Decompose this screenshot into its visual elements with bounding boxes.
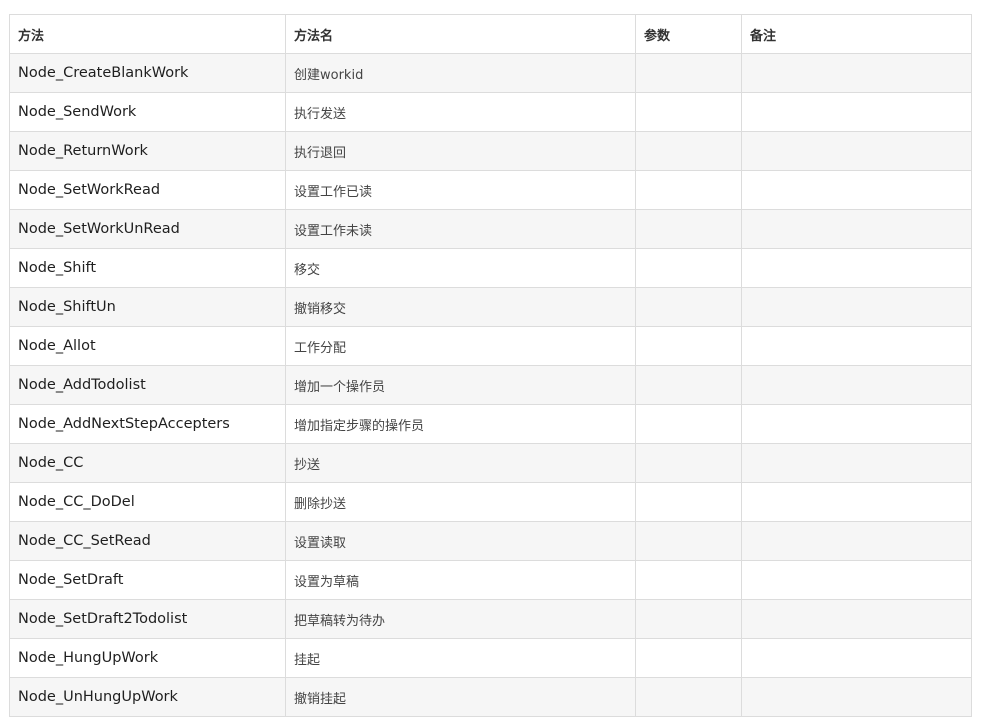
header-note: 备注 [741, 14, 972, 54]
note-cell [741, 404, 972, 444]
table-row: Node_UnHungUpWork 撤销挂起 [9, 677, 972, 717]
header-method: 方法 [9, 14, 286, 54]
method-cell: Node_CC_SetRead [9, 521, 286, 561]
table-row: Node_SetDraft 设置为草稿 [9, 560, 972, 600]
params-cell [635, 287, 742, 327]
method-cell: Node_SetWorkUnRead [9, 209, 286, 249]
params-cell [635, 404, 742, 444]
table-row: Node_SetWorkUnRead 设置工作未读 [9, 209, 972, 249]
header-params: 参数 [635, 14, 742, 54]
method-name-cell: 撤销移交 [285, 287, 636, 327]
params-cell [635, 677, 742, 717]
method-name-cell: 设置读取 [285, 521, 636, 561]
params-cell [635, 170, 742, 210]
api-methods-table: 方法 方法名 参数 备注 Node_CreateBlankWork 创建worki… [9, 14, 972, 717]
table-header-row: 方法 方法名 参数 备注 [9, 14, 972, 54]
method-cell: Node_ShiftUn [9, 287, 286, 327]
method-cell: Node_CreateBlankWork [9, 53, 286, 93]
note-cell [741, 599, 972, 639]
note-cell [741, 287, 972, 327]
note-cell [741, 248, 972, 288]
table-row: Node_CC 抄送 [9, 443, 972, 483]
table-row: Node_ShiftUn 撤销移交 [9, 287, 972, 327]
method-name-cell: 执行退回 [285, 131, 636, 171]
table-row: Node_Allot 工作分配 [9, 326, 972, 366]
note-cell [741, 443, 972, 483]
table-body: Node_CreateBlankWork 创建workid Node_SendWor… [9, 53, 972, 717]
method-name-cell: 把草稿转为待办 [285, 599, 636, 639]
method-name-cell: 抄送 [285, 443, 636, 483]
params-cell [635, 560, 742, 600]
method-name-cell: 设置工作未读 [285, 209, 636, 249]
table-row: Node_SendWork 执行发送 [9, 92, 972, 132]
params-cell [635, 326, 742, 366]
table-row: Node_SetWorkRead 设置工作已读 [9, 170, 972, 210]
method-cell: Node_AddNextStepAccepters [9, 404, 286, 444]
params-cell [635, 92, 742, 132]
table-row: Node_Shift 移交 [9, 248, 972, 288]
method-cell: Node_Allot [9, 326, 286, 366]
params-cell [635, 131, 742, 171]
method-name-cell: 创建workid [285, 53, 636, 93]
params-cell [635, 638, 742, 678]
method-cell: Node_ReturnWork [9, 131, 286, 171]
method-name-cell: 增加一个操作员 [285, 365, 636, 405]
params-cell [635, 53, 742, 93]
note-cell [741, 482, 972, 522]
method-name-cell: 设置工作已读 [285, 170, 636, 210]
params-cell [635, 443, 742, 483]
method-name-cell: 执行发送 [285, 92, 636, 132]
method-cell: Node_CC_DoDel [9, 482, 286, 522]
method-cell: Node_UnHungUpWork [9, 677, 286, 717]
params-cell [635, 248, 742, 288]
note-cell [741, 560, 972, 600]
table-row: Node_HungUpWork 挂起 [9, 638, 972, 678]
params-cell [635, 482, 742, 522]
note-cell [741, 170, 972, 210]
note-cell [741, 209, 972, 249]
method-name-cell: 设置为草稿 [285, 560, 636, 600]
method-cell: Node_AddTodolist [9, 365, 286, 405]
note-cell [741, 677, 972, 717]
method-cell: Node_SendWork [9, 92, 286, 132]
table-row: Node_CreateBlankWork 创建workid [9, 53, 972, 93]
note-cell [741, 521, 972, 561]
table-row: Node_SetDraft2Todolist 把草稿转为待办 [9, 599, 972, 639]
params-cell [635, 209, 742, 249]
note-cell [741, 638, 972, 678]
note-cell [741, 53, 972, 93]
method-name-cell: 移交 [285, 248, 636, 288]
method-name-cell: 工作分配 [285, 326, 636, 366]
params-cell [635, 365, 742, 405]
header-method-name: 方法名 [285, 14, 636, 54]
method-cell: Node_CC [9, 443, 286, 483]
table-row: Node_ReturnWork 执行退回 [9, 131, 972, 171]
note-cell [741, 365, 972, 405]
method-name-cell: 删除抄送 [285, 482, 636, 522]
table-row: Node_CC_DoDel 删除抄送 [9, 482, 972, 522]
method-cell: Node_HungUpWork [9, 638, 286, 678]
method-name-cell: 增加指定步骤的操作员 [285, 404, 636, 444]
method-name-cell: 挂起 [285, 638, 636, 678]
params-cell [635, 599, 742, 639]
table-row: Node_AddTodolist 增加一个操作员 [9, 365, 972, 405]
note-cell [741, 92, 972, 132]
params-cell [635, 521, 742, 561]
api-methods-table-container: 方法 方法名 参数 备注 Node_CreateBlankWork 创建worki… [9, 14, 972, 717]
table-row: Node_CC_SetRead 设置读取 [9, 521, 972, 561]
method-cell: Node_SetDraft [9, 560, 286, 600]
note-cell [741, 131, 972, 171]
method-cell: Node_SetWorkRead [9, 170, 286, 210]
method-cell: Node_Shift [9, 248, 286, 288]
method-cell: Node_SetDraft2Todolist [9, 599, 286, 639]
note-cell [741, 326, 972, 366]
table-row: Node_AddNextStepAccepters 增加指定步骤的操作员 [9, 404, 972, 444]
method-name-cell: 撤销挂起 [285, 677, 636, 717]
